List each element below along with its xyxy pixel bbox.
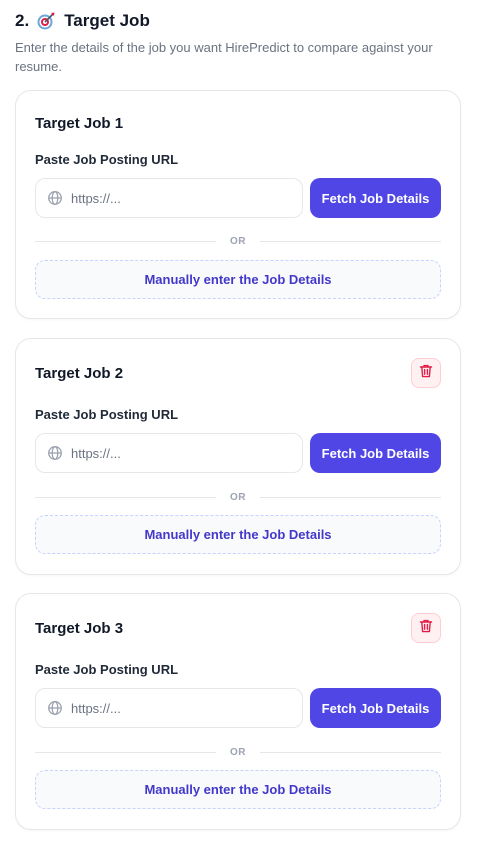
or-label: OR [230,491,246,503]
url-row: Fetch Job Details [35,688,441,728]
globe-icon [47,700,63,716]
divider-line [260,751,441,753]
trash-icon [418,363,434,384]
url-field-label: Paste Job Posting URL [35,662,179,677]
or-label: OR [230,746,246,758]
or-divider: OR [35,490,441,504]
delete-job-button[interactable] [411,613,441,643]
globe-icon [47,190,63,206]
url-input-container[interactable] [35,688,303,728]
job-url-input[interactable] [71,700,281,716]
fetch-job-details-button[interactable]: Fetch Job Details [310,178,441,218]
section-description: Enter the details of the job you want Hi… [15,40,433,74]
card-title: Target Job 2 [35,364,124,382]
or-divider: OR [35,234,441,248]
globe-icon [47,445,63,461]
manual-entry-button[interactable]: Manually enter the Job Details [35,770,441,809]
divider-line [35,496,216,498]
or-divider: OR [35,745,441,759]
manual-entry-button[interactable]: Manually enter the Job Details [35,515,441,554]
url-input-container[interactable] [35,433,303,473]
card-header: Target Job 2 [35,357,441,389]
url-row: Fetch Job Details [35,178,441,218]
job-url-input[interactable] [71,445,281,461]
fetch-job-details-button[interactable]: Fetch Job Details [310,688,441,728]
divider-line [35,751,216,753]
card-header: Target Job 1 [35,107,441,139]
divider-line [260,240,441,242]
url-field-label: Paste Job Posting URL [35,152,179,167]
url-input-container[interactable] [35,178,303,218]
target-job-card: Target Job 1 Paste Job Posting URL Fetch… [15,90,461,319]
section-title-text: Target Job [64,11,150,30]
section-title: 2. Target Job [15,8,465,34]
card-header: Target Job 3 [35,612,441,644]
fetch-job-details-button[interactable]: Fetch Job Details [310,433,441,473]
target-job-section-header: 2. Target Job Enter the details of the j… [15,8,465,76]
trash-icon [418,618,434,639]
section-number: 2. [15,11,30,30]
delete-job-button[interactable] [411,358,441,388]
target-job-card: Target Job 3 Paste Job Posting URL https… [15,593,461,830]
url-row: Fetch Job Details [35,433,441,473]
card-title: Target Job 1 [35,114,124,132]
or-label: OR [230,235,246,247]
job-url-input[interactable] [71,190,281,206]
card-title: Target Job 3 [35,619,124,637]
manual-entry-button[interactable]: Manually enter the Job Details [35,260,441,299]
target-icon [36,11,56,31]
target-job-card: Target Job 2 Paste Job Posting URL https… [15,338,461,575]
divider-line [260,496,441,498]
url-field-label: Paste Job Posting URL [35,407,179,422]
divider-line [35,240,216,242]
